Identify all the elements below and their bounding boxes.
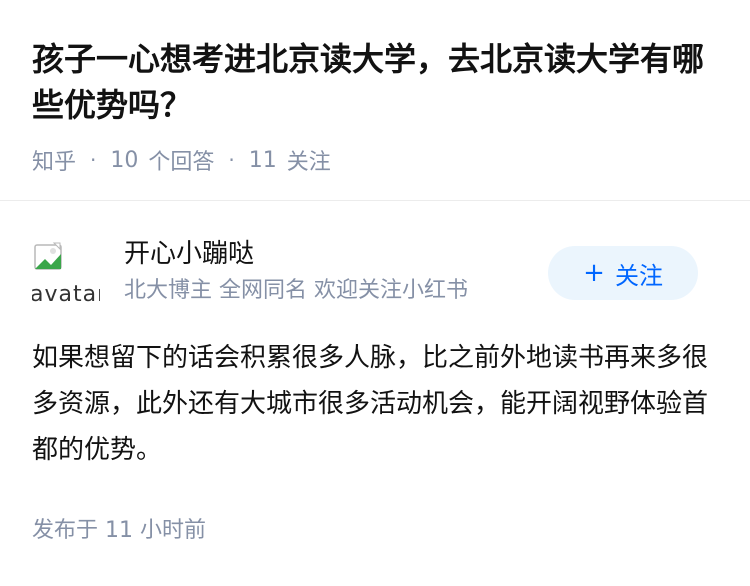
- publish-time: 发布于 11 小时前: [32, 518, 206, 543]
- question-title[interactable]: 孩子一心想考进北京读大学，去北京读大学有哪些优势吗？: [32, 36, 732, 128]
- source-label[interactable]: 知乎: [32, 144, 76, 176]
- follow-button-label: 关注: [615, 261, 663, 290]
- meta-separator: ·: [228, 148, 235, 172]
- meta-separator: ·: [90, 148, 97, 172]
- answer-content[interactable]: 如果想留下的话会积累很多人脉，比之前外地读书再来多很多资源，此外还有大城市很多活…: [32, 335, 722, 473]
- broken-image-icon: [34, 242, 62, 270]
- follower-count: 11: [248, 147, 277, 173]
- author-bio: 北大博主 全网同名 欢迎关注小红书: [124, 278, 468, 303]
- question-header: 孩子一心想考进北京读大学，去北京读大学有哪些优势吗？ 知乎 · 10 个回答 ·…: [0, 0, 750, 200]
- author-name[interactable]: 开心小蹦哒: [124, 236, 254, 272]
- avatar-alt-text: avatar: [32, 282, 100, 307]
- answer-count[interactable]: 10: [110, 148, 138, 173]
- avatar[interactable]: avatar: [32, 240, 100, 308]
- follower-count-label: 关注: [286, 150, 331, 175]
- question-answer-page: 孩子一心想考进北京读大学，去北京读大学有哪些优势吗？ 知乎 · 10 个回答 ·…: [0, 0, 750, 586]
- follow-button[interactable]: + 关注: [548, 246, 698, 300]
- plus-icon: +: [583, 258, 605, 288]
- question-meta: 知乎 · 10 个回答 · 11 关注: [32, 144, 331, 176]
- answer-count-label[interactable]: 个回答: [148, 144, 214, 176]
- answer-card: avatar 开心小蹦哒 北大博主 全网同名 欢迎关注小红书 + 关注 如果想留…: [0, 201, 750, 586]
